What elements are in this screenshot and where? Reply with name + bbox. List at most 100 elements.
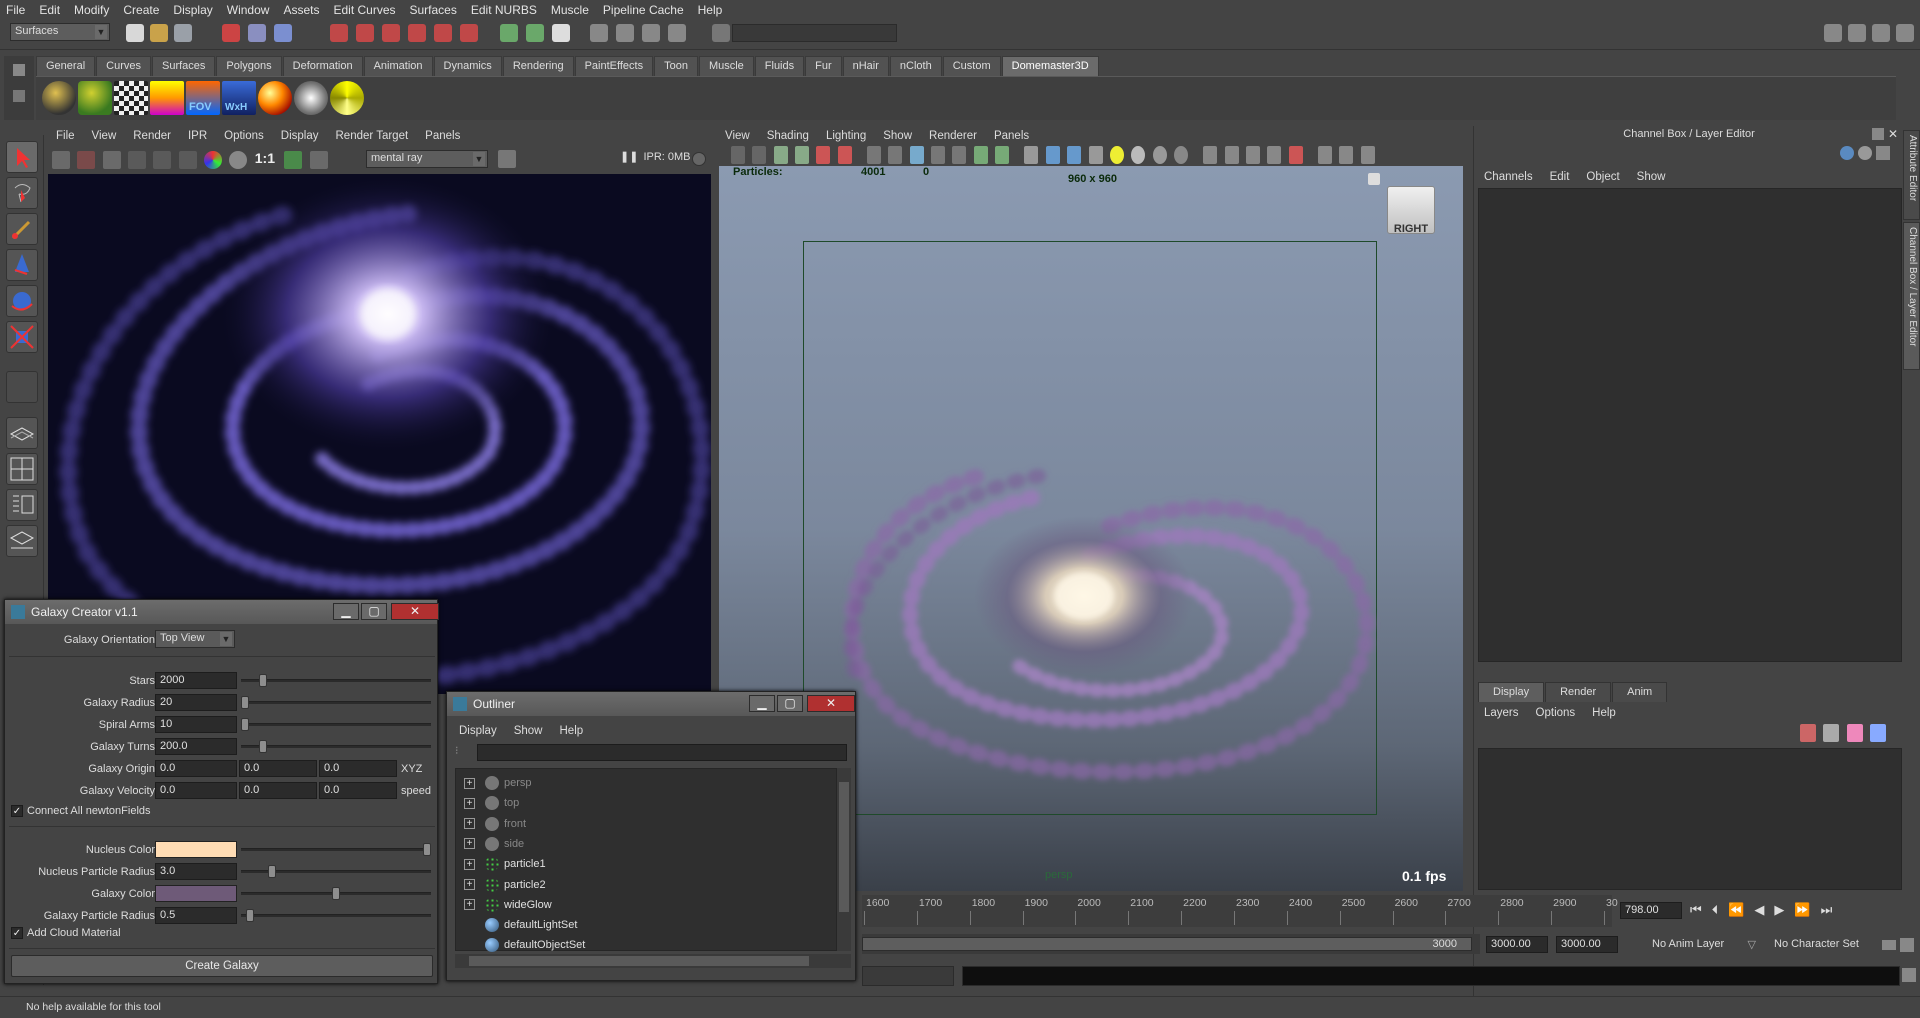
open-scene-icon[interactable] <box>150 24 168 42</box>
grease-pencil-icon[interactable] <box>837 146 852 164</box>
viewport-settings-icon[interactable] <box>1360 146 1375 164</box>
use-all-lights-icon[interactable] <box>1109 146 1124 164</box>
menu-item-assets[interactable]: Assets <box>283 3 319 17</box>
lasso-tool-icon[interactable] <box>6 177 38 209</box>
render-region-icon[interactable] <box>128 150 147 169</box>
connect-fields-checkbox[interactable]: ✓ <box>11 805 23 817</box>
select-hierarchy-icon[interactable] <box>222 24 240 42</box>
particle-radius-slider-handle[interactable] <box>246 909 255 922</box>
particle-radius-slider[interactable] <box>241 914 431 917</box>
outliner-menu-show[interactable]: Show <box>514 725 543 737</box>
menu-item-create[interactable]: Create <box>123 3 159 17</box>
channel-box-list[interactable] <box>1478 188 1902 662</box>
new-layer-icon[interactable] <box>1800 724 1816 742</box>
go-start-icon[interactable]: ⏮ <box>1690 902 1712 917</box>
history-icon[interactable] <box>500 24 518 42</box>
minimize-button[interactable]: ▁ <box>749 695 775 712</box>
wireframe-icon[interactable] <box>1024 146 1039 164</box>
turns-field[interactable]: 200.0 <box>155 738 237 755</box>
shelf-tab-fur[interactable]: Fur <box>805 56 842 76</box>
menu-item-surfaces[interactable]: Surfaces <box>410 3 457 17</box>
camera-attrs-icon[interactable] <box>752 146 767 164</box>
safe-action-icon[interactable] <box>973 146 988 164</box>
layer-tab-display[interactable]: Display <box>1478 682 1545 702</box>
shelf-menu-icon[interactable] <box>13 90 25 102</box>
shelf-tab-animation[interactable]: Animation <box>363 56 433 76</box>
viewport-menu-lighting[interactable]: Lighting <box>826 130 866 142</box>
play-back-icon[interactable]: ◀ <box>1754 902 1774 917</box>
outliner-item-top[interactable]: + top <box>464 793 834 813</box>
grid-icon[interactable] <box>867 146 882 164</box>
safe-title-icon[interactable] <box>995 146 1010 164</box>
quick-input-field[interactable] <box>732 24 897 42</box>
speed-icon[interactable] <box>1858 146 1872 160</box>
anim-start-field[interactable]: 3000.00 <box>1486 936 1548 953</box>
outliner-item-defaultobjectset[interactable]: +defaultObjectSet <box>464 935 834 955</box>
render-view-menu-render-target[interactable]: Render Target <box>336 130 409 142</box>
time-slider[interactable]: 1600 1700 1800 1900 2000 2100 2200 2300 2400 2500… <box>862 895 1618 927</box>
render-log-icon[interactable] <box>498 150 516 168</box>
script-editor-icon[interactable] <box>1902 968 1916 982</box>
velocity-z-field[interactable]: 0.0 <box>319 782 397 799</box>
shelf-tab-painteffects[interactable]: PaintEffects <box>574 56 654 76</box>
mirror-ball-icon[interactable] <box>294 81 328 115</box>
galaxy-color-slider-handle[interactable] <box>332 887 340 900</box>
maximize-button[interactable]: ▢ <box>777 695 803 712</box>
layer-tab-render[interactable]: Render <box>1545 682 1612 702</box>
snapshot-icon[interactable] <box>102 150 121 169</box>
redo-render-icon[interactable] <box>52 150 70 169</box>
select-tool-icon[interactable] <box>6 141 38 173</box>
stars-slider[interactable] <box>241 679 431 682</box>
outliner-menu-display[interactable]: Display <box>459 725 497 737</box>
particle-radius-field[interactable]: 0.5 <box>155 907 237 924</box>
bookmarks-icon[interactable] <box>773 146 788 164</box>
arms-slider[interactable] <box>241 723 431 726</box>
outliner-item-particle2[interactable]: + particle2 <box>464 875 834 895</box>
viewport-menu-renderer[interactable]: Renderer <box>929 130 977 142</box>
shelf-tab-general[interactable]: General <box>36 56 96 76</box>
shelf-tab-deformation[interactable]: Deformation <box>282 56 363 76</box>
close-button[interactable]: ✕ <box>391 603 439 620</box>
outliner-layout-icon[interactable] <box>6 489 38 521</box>
render-view-menu-ipr[interactable]: IPR <box>188 130 207 142</box>
stars-field[interactable]: 2000 <box>155 672 237 689</box>
expand-icon[interactable]: + <box>464 818 475 830</box>
expand-icon[interactable]: + <box>464 858 475 870</box>
motion-blur-icon[interactable] <box>1173 146 1188 164</box>
key-icon[interactable] <box>1882 940 1896 950</box>
velocity-y-field[interactable]: 0.0 <box>239 782 317 799</box>
shelf-tab-domemaster3d[interactable]: Domemaster3D <box>1001 56 1099 76</box>
wxh-icon[interactable]: WxH <box>222 81 256 115</box>
velocity-x-field[interactable]: 0.0 <box>155 782 237 799</box>
range-bar[interactable]: 3000 <box>862 937 1472 951</box>
view-cube[interactable]: RIGHT <box>1387 186 1435 235</box>
new-layer-selected-icon[interactable] <box>1823 724 1840 742</box>
display-settings-icon[interactable] <box>284 150 303 169</box>
rotate-tool-icon[interactable] <box>6 285 38 317</box>
rgb-channel-icon[interactable] <box>204 150 223 169</box>
isolate-select-icon[interactable] <box>1317 146 1332 164</box>
maximize-button[interactable]: ▢ <box>361 603 387 620</box>
menu-item-file[interactable]: File <box>6 3 25 17</box>
outliner-item-persp[interactable]: + persp <box>464 773 834 793</box>
shelf-tab-curves[interactable]: Curves <box>96 56 151 76</box>
expand-icon[interactable]: + <box>464 838 475 850</box>
nucleus-radius-field[interactable]: 3.0 <box>155 863 237 880</box>
go-end-icon[interactable]: ⏭ <box>1821 902 1843 917</box>
soft-mod-icon[interactable] <box>6 417 38 449</box>
wireframe-on-shaded-icon[interactable] <box>1067 146 1082 164</box>
shelf-tab-muscle[interactable]: Muscle <box>698 56 754 76</box>
pause-icon[interactable]: ❚❚ <box>620 151 638 163</box>
hypershade-icon[interactable] <box>668 24 686 42</box>
menu-item-help[interactable]: Help <box>698 3 723 17</box>
menu-item-modify[interactable]: Modify <box>74 3 109 17</box>
layer-menu-options[interactable]: Options <box>1536 707 1576 719</box>
channel-box-menu-edit[interactable]: Edit <box>1550 171 1570 183</box>
hyperbolic-icon[interactable] <box>1876 146 1890 160</box>
scale-tool-icon[interactable] <box>6 321 38 353</box>
last-tool-slot[interactable] <box>6 371 38 403</box>
radius-slider[interactable] <box>241 701 431 704</box>
nucleus-radius-slider-handle[interactable] <box>268 865 277 878</box>
outliner-menu-help[interactable]: Help <box>560 725 584 737</box>
render-frame-icon[interactable] <box>552 24 570 42</box>
